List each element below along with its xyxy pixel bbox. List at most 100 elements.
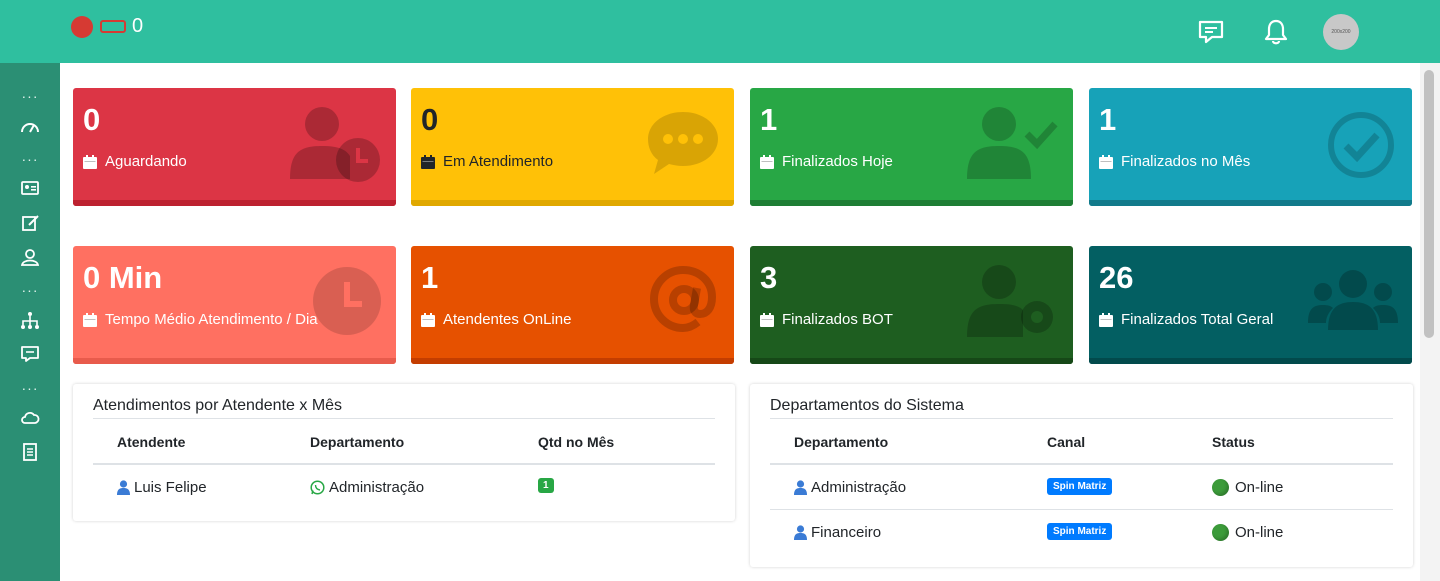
card-label-text: Finalizados Hoje bbox=[782, 153, 893, 170]
column-header-atendente[interactable]: Atendente bbox=[117, 434, 185, 450]
panel-atendimentos-atendente: Atendimentos por Atendente x Mês Atenden… bbox=[73, 384, 735, 521]
cell-status: On-line bbox=[1212, 479, 1283, 496]
cell-departamento: Administração bbox=[794, 479, 906, 496]
sidebar-item-departments[interactable] bbox=[0, 308, 60, 334]
sidebar-item-cloud[interactable] bbox=[0, 405, 60, 431]
user-icon bbox=[794, 480, 807, 495]
card-aguardando[interactable]: 0 Aguardando bbox=[73, 88, 396, 206]
card-value: 3 bbox=[760, 260, 778, 295]
user-icon bbox=[20, 249, 40, 266]
avatar[interactable]: 200x200 bbox=[1323, 14, 1359, 50]
sidebar-separator: ··· bbox=[21, 151, 39, 167]
card-label-text: Finalizados BOT bbox=[782, 311, 893, 328]
column-header-departamento[interactable]: Departamento bbox=[310, 434, 404, 450]
card-label: Finalizados Hoje bbox=[760, 153, 893, 170]
card-atendentes-online[interactable]: 1 Atendentes OnLine bbox=[411, 246, 734, 364]
divider bbox=[93, 418, 715, 419]
qtd-badge: 1 bbox=[538, 478, 554, 493]
sidebar-item-users[interactable] bbox=[0, 244, 60, 270]
column-header-status[interactable]: Status bbox=[1212, 434, 1255, 450]
card-finalizados-total[interactable]: 26 Finalizados Total Geral bbox=[1089, 246, 1412, 364]
cell-departamento: Administração bbox=[310, 479, 424, 496]
card-footer bbox=[750, 358, 1073, 364]
card-value: 0 Min bbox=[83, 260, 163, 295]
sidebar-item-chat[interactable] bbox=[0, 341, 60, 367]
divider bbox=[770, 418, 1393, 419]
card-label-text: Tempo Médio Atendimento / Dia bbox=[105, 311, 318, 328]
chat-icon bbox=[21, 346, 39, 362]
panel-departamentos: Departamentos do Sistema Departamento Ca… bbox=[750, 384, 1413, 567]
divider bbox=[770, 509, 1393, 510]
panel-title: Atendimentos por Atendente x Mês bbox=[93, 397, 343, 414]
cell-atendente: Luis Felipe bbox=[117, 479, 207, 496]
clock-icon bbox=[313, 267, 381, 335]
card-label: Aguardando bbox=[83, 153, 187, 170]
user-clock-icon bbox=[290, 107, 380, 182]
check-circle-icon bbox=[1328, 112, 1394, 178]
card-value: 0 bbox=[421, 102, 439, 137]
sidebar-item-contacts[interactable] bbox=[0, 175, 60, 201]
calendar-icon bbox=[83, 312, 97, 327]
card-label-text: Em Atendimento bbox=[443, 153, 554, 170]
user-icon bbox=[117, 480, 130, 495]
online-status-icon bbox=[1212, 524, 1229, 541]
card-footer bbox=[750, 200, 1073, 206]
divider bbox=[93, 463, 715, 465]
user-check-icon bbox=[967, 107, 1058, 179]
cell-canal: Spin Matriz bbox=[1047, 523, 1113, 540]
card-label-text: Atendentes OnLine bbox=[443, 311, 572, 328]
online-status-icon bbox=[1212, 479, 1229, 496]
notification-count: 0 bbox=[132, 15, 144, 37]
calendar-icon bbox=[83, 154, 97, 169]
card-finalizados-bot[interactable]: 3 Finalizados BOT bbox=[750, 246, 1073, 364]
atendente-name: Luis Felipe bbox=[134, 479, 207, 496]
calendar-icon bbox=[1099, 154, 1113, 169]
cell-qtd: 1 bbox=[538, 478, 554, 493]
card-value: 0 bbox=[83, 102, 101, 137]
panel-title: Departamentos do Sistema bbox=[770, 397, 964, 414]
sidebar-item-edit[interactable] bbox=[0, 210, 60, 236]
sidebar-item-dashboard[interactable] bbox=[0, 114, 60, 140]
card-label: Tempo Médio Atendimento / Dia bbox=[83, 311, 318, 328]
card-label: Finalizados no Mês bbox=[1099, 153, 1250, 170]
avatar-text: 200x200 bbox=[1331, 29, 1351, 35]
column-header-departamento[interactable]: Departamento bbox=[794, 434, 888, 450]
scrollbar-thumb[interactable] bbox=[1424, 70, 1434, 338]
cell-status: On-line bbox=[1212, 524, 1283, 541]
sidebar-item-reports[interactable] bbox=[0, 439, 60, 465]
calendar-icon bbox=[421, 154, 435, 169]
card-finalizados-mes[interactable]: 1 Finalizados no Mês bbox=[1089, 88, 1412, 206]
chat-icon[interactable] bbox=[1197, 18, 1225, 46]
sidebar-separator: ··· bbox=[21, 380, 39, 396]
user-icon bbox=[794, 525, 807, 540]
column-header-qtd[interactable]: Qtd no Mês bbox=[538, 434, 614, 450]
hierarchy-icon bbox=[21, 312, 39, 329]
card-value: 1 bbox=[421, 260, 439, 295]
card-label: Finalizados BOT bbox=[760, 311, 893, 328]
card-footer bbox=[411, 200, 734, 206]
card-em-atendimento[interactable]: 0 Em Atendimento bbox=[411, 88, 734, 206]
cloud-icon bbox=[21, 412, 40, 424]
status-text: On-line bbox=[1235, 524, 1284, 541]
report-icon bbox=[23, 443, 37, 461]
speedometer-icon bbox=[21, 123, 39, 133]
at-icon bbox=[649, 265, 717, 333]
calendar-icon bbox=[760, 312, 774, 327]
bell-icon[interactable] bbox=[1262, 18, 1290, 46]
card-value: 26 bbox=[1099, 260, 1134, 295]
card-label: Atendentes OnLine bbox=[421, 311, 571, 328]
card-finalizados-hoje[interactable]: 1 Finalizados Hoje bbox=[750, 88, 1073, 206]
column-header-canal[interactable]: Canal bbox=[1047, 434, 1085, 450]
sidebar: ··· ··· ··· ··· bbox=[0, 63, 60, 581]
card-footer bbox=[73, 200, 396, 206]
card-label-text: Finalizados Total Geral bbox=[1121, 311, 1274, 328]
card-footer bbox=[1089, 358, 1412, 364]
card-tempo-medio[interactable]: 0 Min Tempo Médio Atendimento / Dia bbox=[73, 246, 396, 364]
user-cog-icon bbox=[967, 265, 1053, 337]
top-bar: 0 200x200 bbox=[0, 0, 1440, 63]
edit-icon bbox=[22, 215, 39, 231]
battery-icon bbox=[100, 20, 126, 33]
comment-dots-icon bbox=[648, 112, 718, 174]
contact-card-icon bbox=[21, 181, 39, 195]
sidebar-separator: ··· bbox=[21, 282, 39, 298]
